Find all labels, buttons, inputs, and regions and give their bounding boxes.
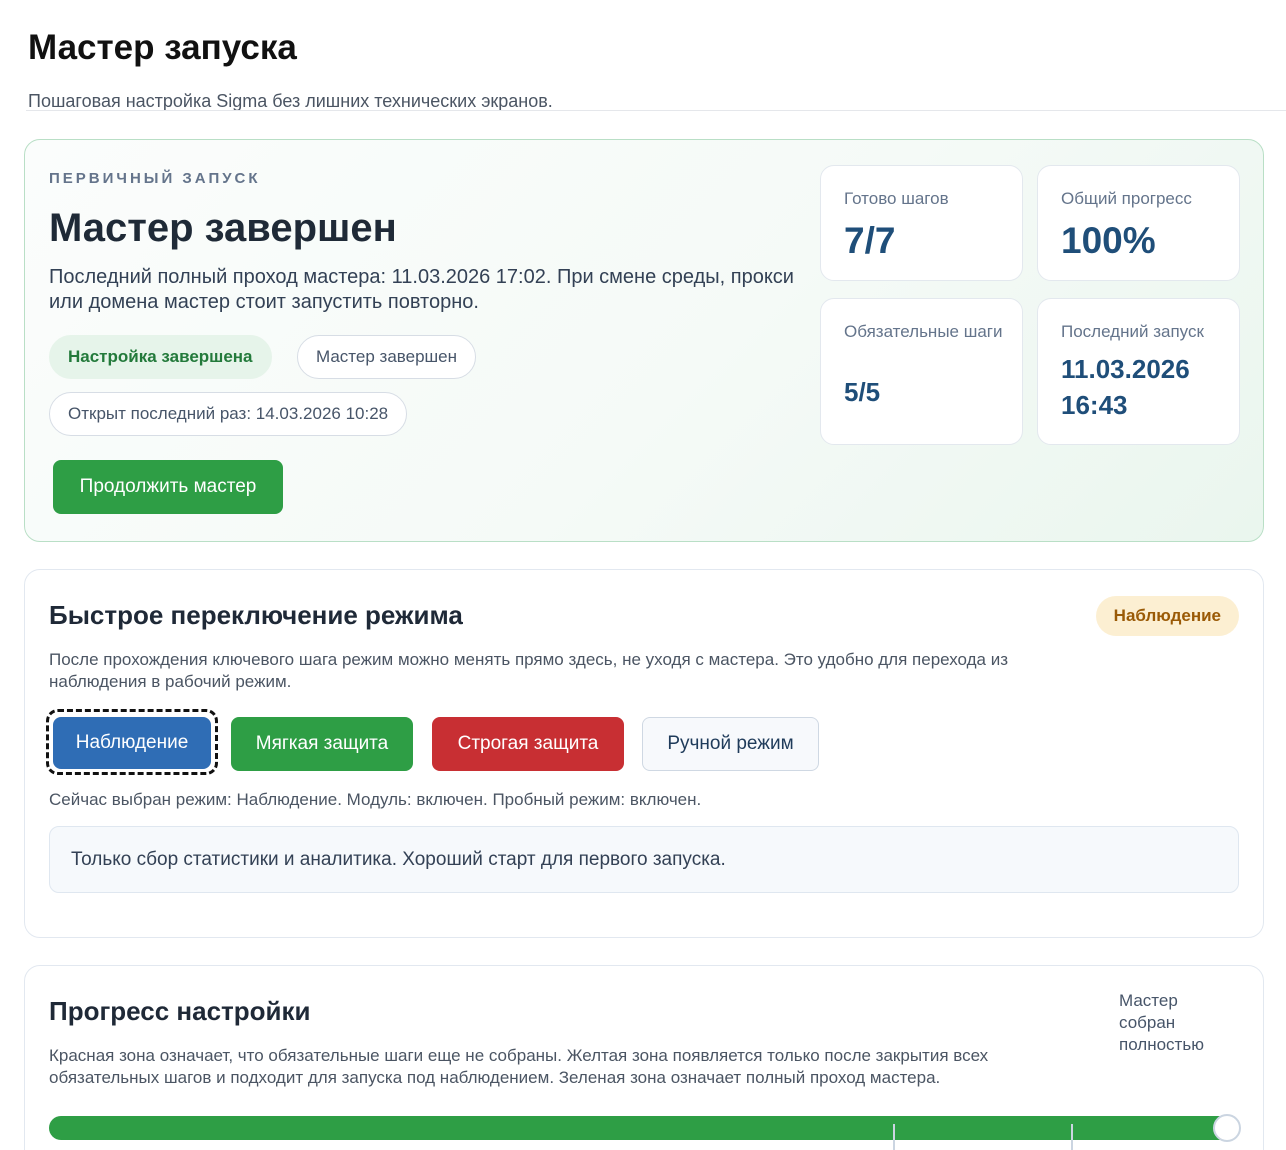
wizard-status-description: Последний полный проход мастера: 11.03.2… [49, 266, 794, 313]
stat-required-steps: Обязательные шаги 5/5 [820, 298, 1023, 445]
stat-label: Общий прогресс [1061, 189, 1192, 208]
progress-bar [49, 1116, 1239, 1140]
continue-wizard-button[interactable]: Продолжить мастер [53, 460, 283, 514]
mode-switch-description: После прохождения ключевого шага режим м… [49, 650, 1009, 691]
stat-last-run: Последний запуск 11.03.2026 16:43 [1037, 298, 1240, 445]
stat-label: Последний запуск [1061, 322, 1204, 341]
mode-soft-button[interactable]: Мягкая защита [231, 717, 413, 771]
setup-progress-card: Прогресс настройки Мастер собран полност… [24, 965, 1264, 1150]
wizard-status-title: Мастер завершен [49, 206, 397, 250]
mode-observe-button[interactable]: Наблюдение [53, 717, 211, 769]
mode-status-text: Сейчас выбран режим: Наблюдение. Модуль:… [49, 790, 702, 809]
stat-label: Готово шагов [844, 189, 949, 208]
stat-total-progress: Общий прогресс 100% [1037, 165, 1240, 281]
current-mode-badge: Наблюдение [1095, 596, 1239, 636]
progress-note: Мастер собран полностью [1119, 991, 1204, 1054]
stat-value: 5/5 [844, 377, 881, 407]
progress-marker-required [893, 1124, 895, 1150]
progress-title: Прогресс настройки [49, 996, 311, 1026]
stat-value: 11.03.2026 16:43 [1061, 354, 1190, 420]
stat-steps-ready: Готово шагов 7/7 [820, 165, 1023, 281]
mode-switch-title: Быстрое переключение режима [49, 600, 463, 630]
page-title: Мастер запуска [28, 28, 297, 67]
page-subtitle: Пошаговая настройка Sigma без лишних тех… [28, 91, 553, 111]
header-divider [26, 110, 1286, 111]
mode-switch-card: Быстрое переключение режима Наблюдение П… [24, 569, 1264, 938]
mode-strict-button[interactable]: Строгая защита [432, 717, 624, 771]
eyebrow-label: ПЕРВИЧНЫЙ ЗАПУСК [49, 170, 261, 187]
mode-manual-button[interactable]: Ручной режим [642, 717, 819, 771]
progress-bar-fill [49, 1116, 1239, 1140]
stat-label: Обязательные шаги [844, 322, 1003, 341]
progress-bar-handle [1213, 1114, 1241, 1142]
stat-value: 7/7 [844, 220, 896, 261]
stat-value: 100% [1061, 220, 1156, 261]
wizard-status-card: ПЕРВИЧНЫЙ ЗАПУСК Мастер завершен Последн… [24, 139, 1264, 542]
page-header: Мастер запуска Пошаговая настройка Sigma… [28, 28, 1286, 112]
wizard-done-chip: Мастер завершен [297, 335, 477, 379]
last-opened-chip: Открыт последний раз: 14.03.2026 10:28 [49, 392, 408, 436]
mode-info-box: Только сбор статистики и аналитика. Хоро… [49, 826, 1239, 893]
progress-description: Красная зона означает, что обязательные … [49, 1046, 989, 1087]
setup-done-chip: Настройка завершена [49, 335, 272, 379]
progress-marker-observe [1071, 1124, 1073, 1150]
